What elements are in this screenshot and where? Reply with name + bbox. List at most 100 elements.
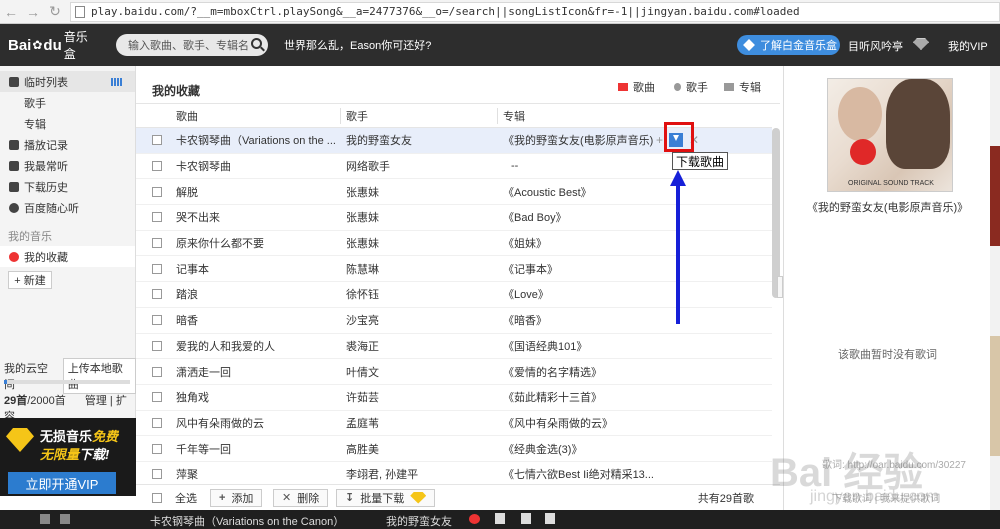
baidu-music-logo[interactable]: Bai ✿ du 音乐盒 [8, 28, 88, 62]
sidebar-item-singer[interactable]: 歌手 [0, 92, 135, 113]
table-row[interactable]: 爱我的人和我爱的人 裘海正 《国语经典101》 [136, 334, 772, 360]
song-artist[interactable]: 李翊君, 孙建平 [346, 466, 496, 482]
song-list-scrollbar[interactable] [772, 128, 780, 298]
add-button[interactable]: + 添加 [210, 488, 263, 507]
song-artist[interactable]: 张惠妹 [346, 209, 496, 225]
song-artist[interactable]: 徐怀钰 [346, 286, 496, 302]
table-row[interactable]: 千年等一回 高胜美 《经典金选(3)》 [136, 436, 772, 462]
delete-button[interactable]: ✕ 删除 [273, 488, 329, 507]
row-checkbox[interactable] [152, 469, 162, 480]
song-title[interactable]: 暗香 [176, 312, 336, 328]
song-title[interactable]: 潇洒走一回 [176, 364, 336, 380]
back-icon[interactable]: ← [0, 1, 22, 23]
song-artist[interactable]: 张惠妹 [346, 184, 496, 200]
song-title[interactable]: 爱我的人和我爱的人 [176, 338, 336, 354]
row-checkbox[interactable] [152, 161, 162, 172]
batch-download-button[interactable]: ↧ 批量下载 [336, 488, 436, 507]
more-icon[interactable] [545, 513, 555, 524]
song-album[interactable]: 《茹此精彩十三首》 [503, 389, 653, 405]
song-title[interactable]: 千年等一回 [176, 441, 336, 457]
my-vip-link[interactable]: 我的VIP [948, 38, 988, 54]
row-checkbox[interactable] [152, 417, 162, 428]
share-icon[interactable] [495, 513, 505, 524]
row-checkbox[interactable] [152, 238, 162, 249]
song-artist[interactable]: 高胜美 [346, 441, 496, 457]
song-album[interactable]: 《国语经典101》 [503, 338, 653, 354]
song-artist[interactable]: 许茹芸 [346, 389, 496, 405]
song-title[interactable]: 风中有朵雨做的云 [176, 415, 336, 431]
song-title[interactable]: 解脱 [176, 184, 336, 200]
song-title[interactable]: 原来你什么都不要 [176, 235, 336, 251]
upload-local-button[interactable]: 上传本地歌曲 [62, 358, 136, 394]
sidebar-item-download-history[interactable]: 下载历史 [0, 176, 135, 197]
search-icon[interactable] [251, 38, 262, 49]
sidebar-item-temp-list[interactable]: 临时列表 [0, 71, 135, 92]
select-all-label[interactable]: 全选 [175, 490, 197, 506]
col-album[interactable]: 专辑 [503, 108, 525, 124]
row-checkbox[interactable] [152, 186, 162, 197]
song-album[interactable]: 《Acoustic Best》 [503, 184, 653, 200]
now-playing-artist[interactable]: 我的野蛮女友 [386, 513, 452, 529]
row-checkbox[interactable] [152, 135, 162, 146]
sidebar-item-album[interactable]: 专辑 [0, 113, 135, 134]
tab-albums[interactable]: 专辑 [724, 79, 761, 95]
prev-icon[interactable] [40, 514, 50, 524]
col-artist[interactable]: 歌手 [346, 108, 368, 124]
tab-singers[interactable]: 歌手 [674, 79, 708, 95]
download-icon[interactable] [521, 513, 531, 524]
album-cover[interactable]: ORIGINAL SOUND TRACK [827, 78, 953, 192]
forward-icon[interactable]: → [22, 1, 44, 23]
table-row[interactable]: 风中有朵雨做的云 孟庭苇 《风中有朵雨做的云》 [136, 411, 772, 437]
song-artist[interactable]: 沙宝亮 [346, 312, 496, 328]
learn-platinum-button[interactable]: 了解白金音乐盒 [737, 35, 840, 55]
hot-search-phrase[interactable]: 世界那么乱，Eason你可还好? [284, 37, 431, 53]
row-checkbox[interactable] [152, 443, 162, 454]
song-artist[interactable]: 网络歌手 [346, 158, 496, 174]
favorite-heart-icon[interactable] [469, 514, 480, 524]
song-album[interactable]: 《爱情的名字精选》 [503, 364, 653, 380]
album-name[interactable]: 《我的野蛮女友(电影原声音乐)》 [784, 199, 991, 215]
vip-promo-banner[interactable]: 无损音乐免费 无限量下载! 立即开通VIP [0, 418, 136, 496]
tab-songs[interactable]: 歌曲 [618, 79, 655, 95]
row-checkbox[interactable] [152, 392, 162, 403]
row-checkbox[interactable] [152, 263, 162, 274]
now-playing-title[interactable]: 卡农钢琴曲（Variations on the Canon） [150, 513, 344, 529]
url-field[interactable]: play.baidu.com/?__m=mboxCtrl.playSong&__… [70, 1, 1000, 22]
song-title[interactable]: 卡农钢琴曲（Variations on the ... [176, 132, 336, 148]
song-artist[interactable]: 裘海正 [346, 338, 496, 354]
reload-icon[interactable]: ↻ [44, 1, 66, 23]
song-title[interactable]: 记事本 [176, 261, 336, 277]
sidebar-item-favorites[interactable]: 我的收藏 [0, 246, 135, 267]
song-artist[interactable]: 陈慧琳 [346, 261, 496, 277]
song-album[interactable]: 《Bad Boy》 [503, 209, 653, 225]
song-title[interactable]: 卡农钢琴曲 [176, 158, 336, 174]
new-playlist-button[interactable]: + 新建 [8, 271, 52, 289]
play-icon[interactable] [60, 514, 70, 524]
sidebar-item-most-played[interactable]: 我最常听 [0, 155, 135, 176]
row-checkbox[interactable] [152, 289, 162, 300]
song-album[interactable]: 《风中有朵雨做的云》 [503, 415, 653, 431]
vip-diamond-icon[interactable] [913, 38, 929, 50]
table-row[interactable]: 潇洒走一回 叶倩文 《爱情的名字精选》 [136, 359, 772, 385]
song-artist[interactable]: 孟庭苇 [346, 415, 496, 431]
manage-link[interactable]: 管理 [85, 395, 107, 407]
song-album[interactable]: 《七情六欲Best Ii绝对精采13... [503, 466, 653, 482]
song-artist[interactable]: 叶倩文 [346, 364, 496, 380]
open-vip-button[interactable]: 立即开通VIP [8, 472, 116, 494]
row-checkbox[interactable] [152, 212, 162, 223]
song-album[interactable]: 《暗香》 [503, 312, 653, 328]
song-album[interactable]: 《Love》 [503, 286, 653, 302]
song-artist[interactable]: 张惠妹 [346, 235, 496, 251]
song-album[interactable]: 《记事本》 [503, 261, 653, 277]
row-checkbox[interactable] [152, 366, 162, 377]
song-title[interactable]: 踏浪 [176, 286, 336, 302]
col-song[interactable]: 歌曲 [176, 108, 198, 124]
row-checkbox[interactable] [152, 340, 162, 351]
song-title[interactable]: 独角戏 [176, 389, 336, 405]
row-checkbox[interactable] [152, 315, 162, 326]
sidebar-item-radio[interactable]: 百度随心听 [0, 197, 135, 218]
song-title[interactable]: 萍聚 [176, 466, 336, 482]
sidebar-item-play-history[interactable]: 播放记录 [0, 134, 135, 155]
select-all-checkbox[interactable] [152, 492, 162, 503]
table-row[interactable]: 独角戏 许茹芸 《茹此精彩十三首》 [136, 385, 772, 411]
